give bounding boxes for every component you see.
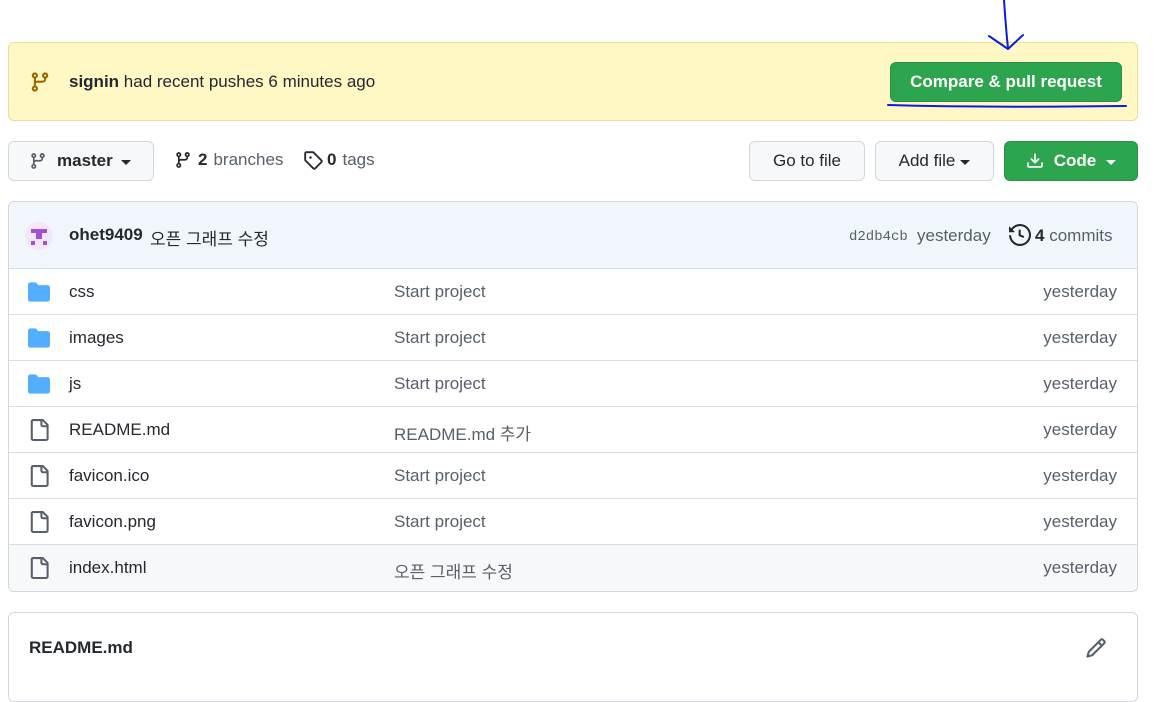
file-name[interactable]: README.md [69,420,170,440]
file-icon [30,557,49,579]
tags-count: 0 [327,150,337,169]
file-time: yesterday [1043,512,1117,531]
file-icon [30,465,49,487]
add-file-label: Add file [898,151,956,170]
git-branch-icon [176,152,190,168]
file-time: yesterday [1043,558,1117,577]
commits-label: commits [1049,226,1113,245]
file-time: yesterday [1043,466,1117,485]
commits-link[interactable]: 4 commits [1035,226,1112,246]
folder-icon [28,374,50,394]
file-row[interactable]: css Start project yesterday [9,269,1137,315]
file-name[interactable]: css [69,282,95,302]
add-file-button[interactable]: Add file [875,141,994,181]
push-notice: signin had recent pushes 6 minutes ago [69,72,375,92]
folder-icon [28,282,50,302]
commit-sha[interactable]: d2db4cb [849,229,908,245]
compare-pull-request-button[interactable]: Compare & pull request [890,62,1122,102]
history-icon [1009,224,1031,246]
file-commit-message[interactable]: Start project [394,374,486,394]
code-label: Code [1053,151,1097,170]
push-banner: signin had recent pushes 6 minutes ago C… [8,42,1138,121]
branches-count: 2 [198,150,208,169]
avatar[interactable] [25,222,53,250]
file-time: yesterday [1043,420,1117,439]
file-table: ohet9409 오픈 그래프 수정 d2db4cb yesterday 4 c… [8,201,1138,592]
file-row[interactable]: favicon.ico Start project yesterday [9,453,1137,499]
go-to-file-button[interactable]: Go to file [749,141,865,181]
code-button[interactable]: Code [1004,141,1138,181]
download-icon [1026,153,1043,168]
file-commit-message[interactable]: Start project [394,466,486,486]
readme-title[interactable]: README.md [29,638,133,658]
commit-author[interactable]: ohet9409 [69,225,143,245]
latest-commit-bar: ohet9409 오픈 그래프 수정 d2db4cb yesterday 4 c… [9,202,1137,269]
branch-name: master [57,151,113,170]
file-name[interactable]: favicon.ico [69,466,149,486]
annotation-arrow [1003,0,1009,49]
file-name[interactable]: favicon.png [69,512,156,532]
push-notice-text: had recent pushes 6 minutes ago [123,72,376,91]
tags-link[interactable]: 0 tags [303,150,375,170]
commits-count: 4 [1035,226,1045,245]
file-time: yesterday [1043,374,1117,393]
file-commit-message[interactable]: Start project [394,328,486,348]
file-row[interactable]: README.md README.md 추가 yesterday [9,407,1137,453]
chevron-down-icon [120,159,131,165]
file-row[interactable]: favicon.png Start project yesterday [9,499,1137,545]
file-row[interactable]: index.html 오픈 그래프 수정 yesterday [9,545,1137,591]
identicon-icon [25,222,53,250]
file-commit-message[interactable]: README.md 추가 [394,420,531,445]
file-name[interactable]: index.html [69,558,146,578]
file-name[interactable]: images [69,328,124,348]
tag-icon [304,151,323,170]
commit-message[interactable]: 오픈 그래프 수정 [150,225,269,250]
branches-link[interactable]: 2 branches [174,150,283,170]
file-icon [30,419,49,441]
file-name[interactable]: js [69,374,81,394]
branch-select-button[interactable]: master [8,141,154,181]
file-icon [30,511,49,533]
file-time: yesterday [1043,328,1117,347]
branches-label: branches [213,150,284,169]
git-branch-icon [31,72,49,92]
chevron-down-icon [1106,159,1117,165]
tags-label: tags [342,150,375,169]
commit-time: yesterday [917,226,991,245]
pencil-icon[interactable] [1085,637,1107,659]
chevron-down-icon [960,159,971,165]
push-user[interactable]: signin [69,72,119,91]
folder-icon [28,328,50,348]
git-branch-icon [31,153,45,169]
file-commit-message[interactable]: Start project [394,282,486,302]
file-commit-message[interactable]: 오픈 그래프 수정 [394,558,513,583]
file-commit-message[interactable]: Start project [394,512,486,532]
file-row[interactable]: js Start project yesterday [9,361,1137,407]
file-row[interactable]: images Start project yesterday [9,315,1137,361]
file-time: yesterday [1043,282,1117,301]
